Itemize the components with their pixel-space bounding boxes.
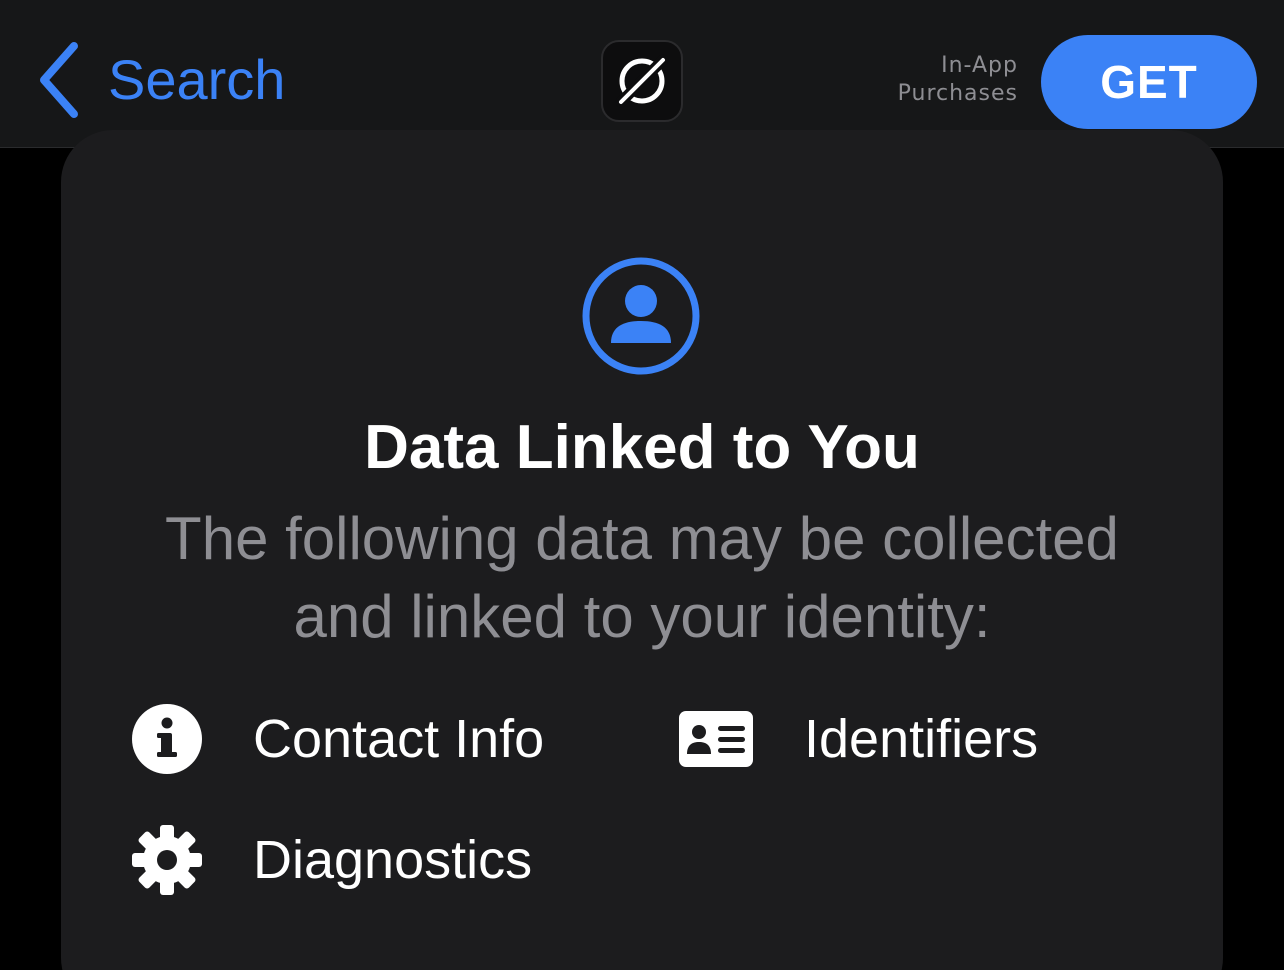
gear-icon bbox=[129, 822, 205, 898]
card-title: Data Linked to You bbox=[364, 413, 920, 482]
data-item-contact-info: Contact Info bbox=[129, 699, 544, 779]
app-store-privacy-page: Search In-App Purchases GET Data Linked … bbox=[0, 0, 1284, 970]
data-linked-card: Data Linked to You The following data ma… bbox=[61, 130, 1223, 970]
iap-line-1: In-App bbox=[941, 53, 1018, 78]
iap-line-2: Purchases bbox=[897, 81, 1018, 106]
chevron-left-icon bbox=[40, 42, 78, 118]
person-circle-icon bbox=[582, 257, 700, 375]
data-item-diagnostics: Diagnostics bbox=[129, 820, 532, 900]
in-app-purchases-label: In-App Purchases bbox=[898, 52, 1018, 108]
back-button[interactable]: Search bbox=[36, 40, 285, 120]
id-card-icon bbox=[678, 701, 754, 777]
data-item-identifiers: Identifiers bbox=[678, 699, 1038, 779]
card-subtitle: The following data may be collected and … bbox=[165, 505, 1119, 650]
info-circle-icon bbox=[129, 701, 205, 777]
data-item-label: Diagnostics bbox=[253, 830, 533, 890]
no-symbol-app-icon bbox=[601, 40, 683, 122]
get-button[interactable]: GET bbox=[1041, 35, 1257, 129]
data-item-label: Contact Info bbox=[253, 709, 545, 769]
data-item-label: Identifiers bbox=[804, 709, 1039, 769]
back-button-label: Search bbox=[108, 48, 286, 111]
navigation-bar: Search In-App Purchases GET bbox=[0, 0, 1284, 148]
